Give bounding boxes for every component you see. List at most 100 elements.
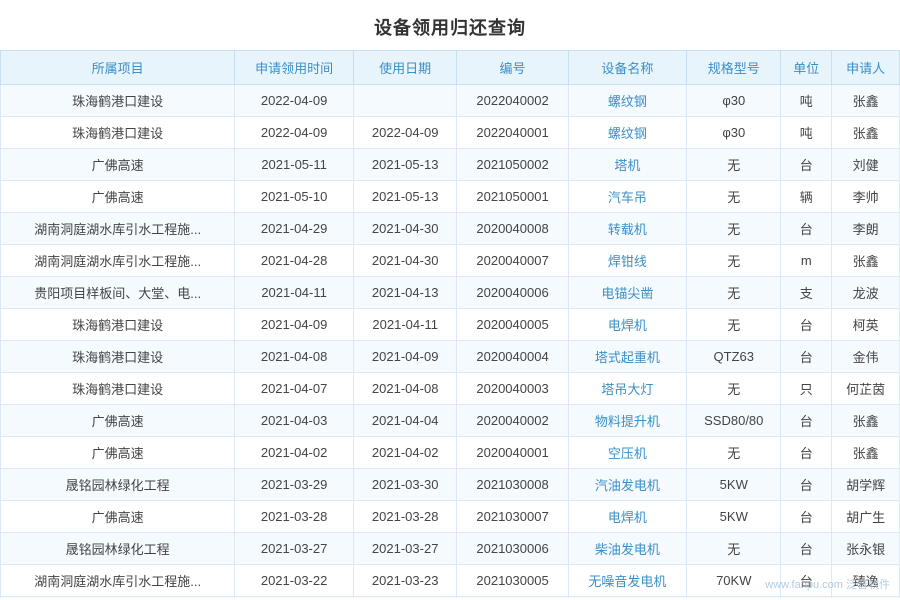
table-row: 晟铭园林绿化工程2021-03-272021-03-272021030006柴油…: [1, 533, 900, 565]
table-row: 珠海鹤港口建设2022-04-092022040002螺纹钢φ30吨张鑫: [1, 85, 900, 117]
cell-apply_date: 2021-05-10: [235, 181, 354, 213]
table-row: 珠海鹤港口建设2021-04-072021-04-082020040003塔吊大…: [1, 373, 900, 405]
cell-device[interactable]: 焊钳线: [568, 245, 687, 277]
cell-spec: 无: [687, 213, 781, 245]
table-row: 京港澳高速公路粤境韶关至...2021-03-172021-03-1820210…: [1, 597, 900, 599]
cell-device[interactable]: 挖掘机: [568, 597, 687, 599]
cell-number: 2020040007: [457, 245, 568, 277]
cell-apply_date: 2022-04-09: [235, 85, 354, 117]
cell-use_date: 2022-04-09: [353, 117, 457, 149]
table-row: 湖南洞庭湖水库引水工程施...2021-04-292021-04-3020200…: [1, 213, 900, 245]
cell-apply_date: 2021-03-28: [235, 501, 354, 533]
cell-use_date: 2021-04-13: [353, 277, 457, 309]
cell-number: 2021030005: [457, 565, 568, 597]
cell-project: 湖南洞庭湖水库引水工程施...: [1, 213, 235, 245]
cell-unit: 台: [781, 565, 832, 597]
cell-unit: 台: [781, 405, 832, 437]
cell-device[interactable]: 电焊机: [568, 501, 687, 533]
cell-use_date: 2021-04-04: [353, 405, 457, 437]
cell-applicant: 苑子豪: [832, 597, 900, 599]
cell-unit: 台: [781, 533, 832, 565]
cell-device[interactable]: 塔机: [568, 149, 687, 181]
cell-device[interactable]: 塔式起重机: [568, 341, 687, 373]
cell-unit: 支: [781, 277, 832, 309]
table-row: 湖南洞庭湖水库引水工程施...2021-03-222021-03-2320210…: [1, 565, 900, 597]
cell-spec: 无: [687, 245, 781, 277]
table-body: 珠海鹤港口建设2022-04-092022040002螺纹钢φ30吨张鑫珠海鹤港…: [1, 85, 900, 599]
col-header-3: 编号: [457, 51, 568, 85]
cell-spec: 5KW: [687, 469, 781, 501]
cell-apply_date: 2021-04-08: [235, 341, 354, 373]
cell-apply_date: 2021-03-17: [235, 597, 354, 599]
cell-number: 2020040001: [457, 437, 568, 469]
cell-unit: 台: [781, 309, 832, 341]
cell-apply_date: 2021-04-28: [235, 245, 354, 277]
col-header-6: 单位: [781, 51, 832, 85]
cell-unit: 台: [781, 469, 832, 501]
cell-device[interactable]: 螺纹钢: [568, 85, 687, 117]
cell-use_date: 2021-04-30: [353, 213, 457, 245]
cell-device[interactable]: 柴油发电机: [568, 533, 687, 565]
cell-spec: 无: [687, 277, 781, 309]
col-header-0: 所属项目: [1, 51, 235, 85]
cell-project: 京港澳高速公路粤境韶关至...: [1, 597, 235, 599]
cell-spec: 70KW: [687, 565, 781, 597]
cell-project: 珠海鹤港口建设: [1, 373, 235, 405]
cell-spec: 无: [687, 373, 781, 405]
cell-device[interactable]: 汽车吊: [568, 181, 687, 213]
cell-number: 2021030008: [457, 469, 568, 501]
cell-device[interactable]: 塔吊大灯: [568, 373, 687, 405]
cell-unit: 辆: [781, 181, 832, 213]
cell-apply_date: 2021-04-09: [235, 309, 354, 341]
cell-apply_date: 2021-03-22: [235, 565, 354, 597]
cell-device[interactable]: 物料提升机: [568, 405, 687, 437]
col-header-5: 规格型号: [687, 51, 781, 85]
cell-use_date: 2021-04-02: [353, 437, 457, 469]
cell-number: 2021050002: [457, 149, 568, 181]
cell-applicant: 张永银: [832, 533, 900, 565]
cell-spec: PC200-8: [687, 597, 781, 599]
cell-applicant: 金伟: [832, 341, 900, 373]
cell-device[interactable]: 空压机: [568, 437, 687, 469]
cell-use_date: 2021-03-30: [353, 469, 457, 501]
cell-spec: φ30: [687, 117, 781, 149]
cell-number: 2022040001: [457, 117, 568, 149]
cell-unit: 只: [781, 373, 832, 405]
cell-use_date: 2021-04-30: [353, 245, 457, 277]
cell-applicant: 张鑫: [832, 437, 900, 469]
cell-project: 广佛高速: [1, 437, 235, 469]
table-row: 广佛高速2021-04-032021-04-042020040002物料提升机S…: [1, 405, 900, 437]
cell-number: 2022040002: [457, 85, 568, 117]
cell-spec: 无: [687, 533, 781, 565]
cell-device[interactable]: 电焊机: [568, 309, 687, 341]
col-header-2: 使用日期: [353, 51, 457, 85]
cell-apply_date: 2021-04-29: [235, 213, 354, 245]
cell-applicant: 刘健: [832, 149, 900, 181]
cell-device[interactable]: 螺纹钢: [568, 117, 687, 149]
cell-spec: 无: [687, 149, 781, 181]
cell-applicant: 何芷茵: [832, 373, 900, 405]
cell-project: 湖南洞庭湖水库引水工程施...: [1, 565, 235, 597]
cell-project: 晟铭园林绿化工程: [1, 533, 235, 565]
cell-use_date: [353, 85, 457, 117]
cell-device[interactable]: 转载机: [568, 213, 687, 245]
table-row: 广佛高速2021-05-102021-05-132021050001汽车吊无辆李…: [1, 181, 900, 213]
table-row: 珠海鹤港口建设2021-04-082021-04-092020040004塔式起…: [1, 341, 900, 373]
cell-apply_date: 2021-03-27: [235, 533, 354, 565]
cell-device[interactable]: 汽油发电机: [568, 469, 687, 501]
cell-number: 2020040002: [457, 405, 568, 437]
cell-unit: 台: [781, 597, 832, 599]
col-header-4: 设备名称: [568, 51, 687, 85]
cell-applicant: 李帅: [832, 181, 900, 213]
cell-device[interactable]: 无噪音发电机: [568, 565, 687, 597]
table-wrap: 所属项目申请领用时间使用日期编号设备名称规格型号单位申请人 珠海鹤港口建设202…: [0, 50, 900, 598]
cell-apply_date: 2021-04-11: [235, 277, 354, 309]
cell-use_date: 2021-03-18: [353, 597, 457, 599]
table-row: 贵阳项目样板间、大堂、电...2021-04-112021-04-1320200…: [1, 277, 900, 309]
table-row: 湖南洞庭湖水库引水工程施...2021-04-282021-04-3020200…: [1, 245, 900, 277]
cell-project: 湖南洞庭湖水库引水工程施...: [1, 245, 235, 277]
cell-device[interactable]: 电锚尖凿: [568, 277, 687, 309]
main-table: 所属项目申请领用时间使用日期编号设备名称规格型号单位申请人 珠海鹤港口建设202…: [0, 50, 900, 598]
col-header-7: 申请人: [832, 51, 900, 85]
cell-use_date: 2021-04-11: [353, 309, 457, 341]
